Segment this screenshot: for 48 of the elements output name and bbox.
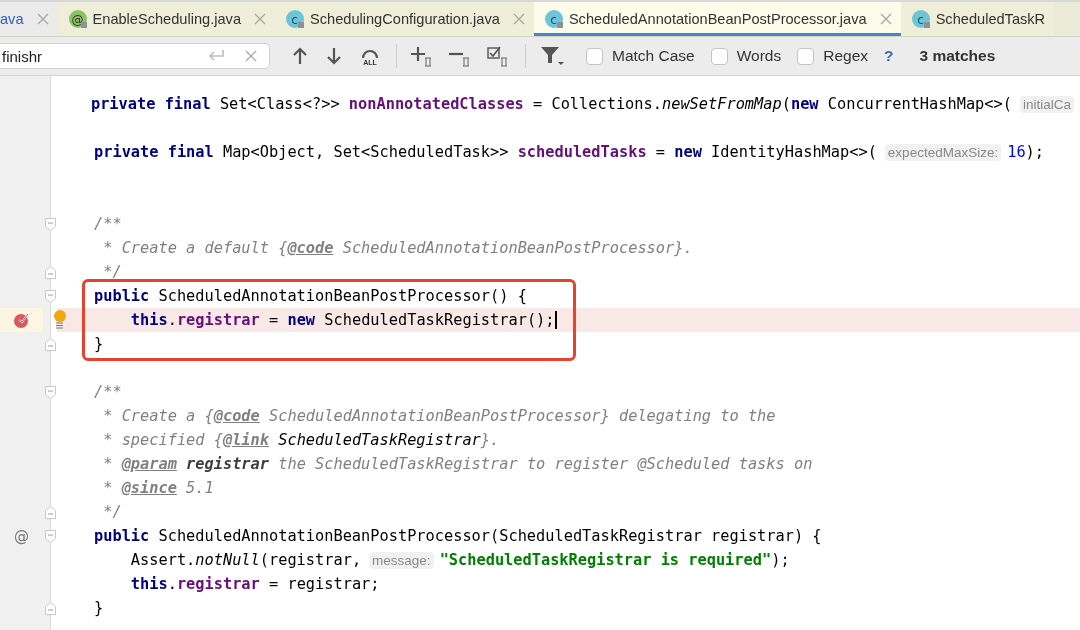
fold-marker-icon[interactable] [44, 265, 56, 279]
code-line: Assert.notNull(registrar, message: "ScheduledTaskRegistrar is required"); [129, 551, 790, 569]
code-line: * specified {@link ScheduledTaskRegistrar}. [102, 431, 500, 449]
filter-icon[interactable] [540, 45, 564, 67]
lightbulb-icon[interactable] [53, 309, 67, 329]
code-line: * Create a default {@code ScheduledAnnotationBeanPostProcessor}. [102, 239, 693, 257]
fold-marker-icon[interactable] [44, 337, 56, 351]
fold-marker-icon[interactable] [44, 529, 56, 543]
code-line: */ [102, 263, 122, 281]
class-file-icon: c [285, 9, 305, 29]
option-checkbox[interactable]: Words [710, 47, 782, 65]
class-file-icon: c [543, 9, 564, 29]
clear-icon[interactable] [244, 49, 258, 63]
override-marker[interactable]: @ [14, 527, 29, 545]
code-line: this.registrar = new ScheduledTaskRegistrar(); [129, 310, 557, 330]
code-line: this.registrar = registrar; [129, 575, 380, 593]
code-line: public ScheduledAnnotationBeanPostProcessor(ScheduledTaskRegistrar registrar) { [94, 527, 822, 545]
code-line: * @since 5.1 [102, 479, 214, 497]
code-line: private final Set<Class<?>> nonAnnotatedClasses = Collections.newSetFromMap(new ConcurrentHashMap<>( initialCa [90, 95, 1080, 113]
fold-marker-icon[interactable] [44, 601, 56, 615]
code-line: private final Map<Object, Set<ScheduledTask>> scheduledTasks = new IdentityHashMap<>( expectedMaxSize: 16); [94, 143, 1044, 161]
class-file-icon: c [910, 9, 931, 29]
fold-marker-icon[interactable] [44, 289, 56, 303]
match-count: 3 matches [919, 47, 996, 65]
down-arrow-icon[interactable] [324, 46, 344, 66]
code-line: } [94, 335, 104, 353]
fold-marker-icon[interactable] [44, 505, 56, 519]
code-line: * @param registrar the ScheduledTaskRegistrar to register @Scheduled tasks on [102, 455, 813, 473]
code-line: * Create a {@code ScheduledAnnotationBeanPostProcessor} delegating to the [102, 407, 776, 425]
close-icon[interactable] [512, 13, 525, 25]
code-line: /** [94, 215, 122, 233]
close-icon[interactable] [254, 13, 266, 25]
fold-marker-icon[interactable] [44, 385, 56, 399]
option-checkbox[interactable]: Regex [797, 47, 869, 65]
editor-tab[interactable]: ava [0, 2, 58, 36]
editor-tab[interactable]: c ScheduledAnnotationBeanPostProcessor.java [533, 2, 901, 36]
code-line: */ [102, 503, 122, 521]
help-link[interactable]: ? [884, 47, 894, 65]
fold-marker-icon[interactable] [44, 217, 56, 231]
breakpoint-icon[interactable] [13, 311, 30, 329]
annotation-file-icon: @ [67, 9, 88, 29]
search-field[interactable]: finishr [0, 43, 270, 69]
close-icon[interactable] [879, 13, 892, 25]
option-checkbox[interactable]: Match Case [586, 47, 695, 65]
close-icon[interactable] [36, 13, 49, 25]
code-line: public ScheduledAnnotationBeanPostProcessor() { [94, 287, 527, 305]
code-line: /** [94, 383, 122, 401]
code-line: } [94, 599, 104, 617]
